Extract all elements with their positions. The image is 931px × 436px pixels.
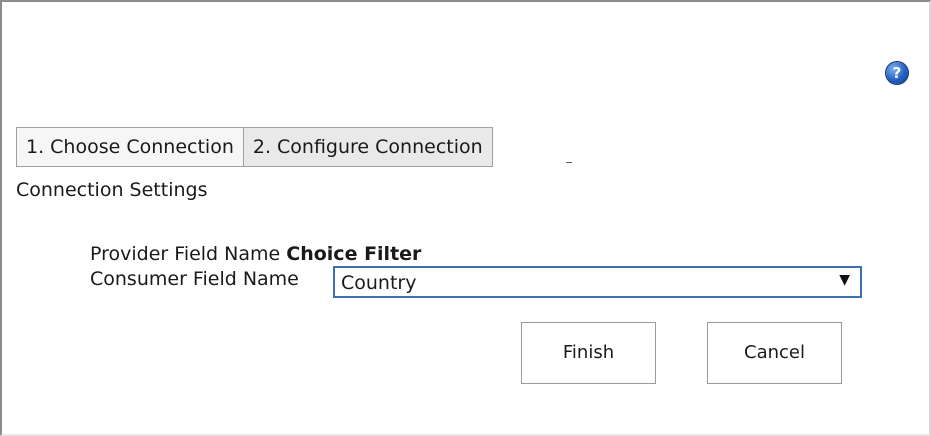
consumer-field-selected-value: Country bbox=[341, 272, 417, 294]
consumer-field-select[interactable]: Country ▼ bbox=[333, 266, 862, 298]
tab-choose-connection[interactable]: 1. Choose Connection bbox=[16, 127, 244, 167]
provider-field-value: Choice Filter bbox=[286, 243, 422, 265]
provider-field-row: Provider Field Name Choice Filter bbox=[90, 243, 421, 265]
help-icon[interactable]: ? bbox=[886, 62, 908, 84]
dropdown-arrow-icon[interactable]: ▼ bbox=[839, 272, 850, 288]
connection-wizard-tabs: 1. Choose Connection 2. Configure Connec… bbox=[16, 127, 493, 167]
provider-field-label: Provider Field Name bbox=[90, 243, 281, 265]
cancel-button[interactable]: Cancel bbox=[707, 322, 842, 384]
finish-button[interactable]: Finish bbox=[521, 322, 656, 384]
tab-configure-connection[interactable]: 2. Configure Connection bbox=[243, 127, 493, 167]
consumer-field-label: Consumer Field Name bbox=[90, 268, 299, 290]
section-title: Connection Settings bbox=[16, 179, 208, 201]
tab-active-marker bbox=[566, 162, 572, 163]
